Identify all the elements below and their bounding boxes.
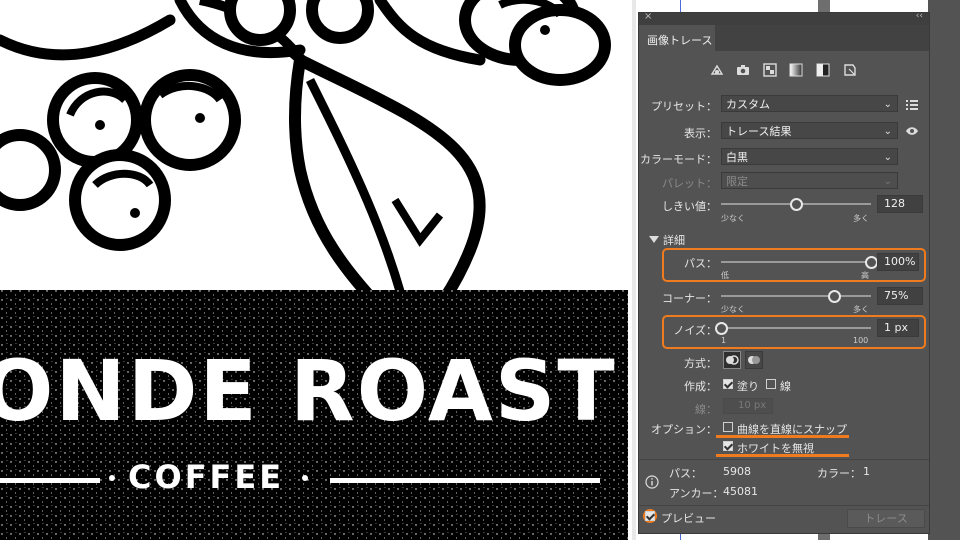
collapse-icon[interactable]: ‹‹ bbox=[916, 11, 923, 21]
path-label: パス： bbox=[684, 257, 717, 270]
chevron-down-icon: ⌄ bbox=[883, 176, 892, 187]
noise-value-field[interactable]: 1 px bbox=[877, 319, 919, 337]
path-max-label: 高 bbox=[861, 271, 869, 280]
noise-track[interactable] bbox=[721, 327, 871, 329]
preset-label: プリセット： bbox=[651, 100, 717, 113]
high-color-icon[interactable] bbox=[736, 63, 750, 77]
stroke-width-field: 10 px bbox=[723, 398, 773, 414]
workspace-edge bbox=[928, 0, 960, 540]
noise-min-label: 1 bbox=[721, 336, 727, 345]
path-min-label: 低 bbox=[721, 271, 729, 280]
method-abutting-button[interactable] bbox=[723, 351, 741, 369]
black-and-white-icon[interactable] bbox=[816, 63, 830, 77]
palette-select: 限定 ⌄ bbox=[721, 172, 898, 189]
preview-checkbox[interactable] bbox=[645, 511, 655, 521]
corner-label: コーナー： bbox=[662, 292, 717, 305]
abutting-icon bbox=[726, 355, 739, 365]
options-label: オプション： bbox=[651, 423, 717, 436]
trace-button-label: トレース bbox=[864, 512, 908, 525]
method-overlapping-button[interactable] bbox=[745, 351, 763, 369]
palette-value: 限定 bbox=[726, 175, 748, 188]
canvas-gutter bbox=[632, 0, 636, 540]
divider bbox=[639, 505, 929, 506]
color-mode-value: 白黒 bbox=[726, 151, 748, 164]
preset-select[interactable]: カスタム ⌄ bbox=[721, 95, 898, 112]
fill-label: 塗り bbox=[737, 380, 759, 393]
threshold-knob[interactable] bbox=[790, 198, 804, 211]
color-mode-select[interactable]: 白黒 ⌄ bbox=[721, 148, 898, 165]
low-color-icon[interactable] bbox=[763, 63, 777, 77]
chevron-down-icon: ⌄ bbox=[883, 99, 892, 110]
stroke-width-label: 線： bbox=[695, 403, 717, 416]
create-label: 作成： bbox=[684, 380, 717, 393]
chevron-down-icon: ⌄ bbox=[883, 126, 892, 137]
overlapping-icon bbox=[748, 356, 760, 364]
tab-image-trace[interactable]: 画像トレース bbox=[639, 25, 715, 51]
noise-knob[interactable] bbox=[715, 322, 728, 335]
corner-track[interactable] bbox=[721, 295, 871, 297]
tab-label: 画像トレース bbox=[647, 34, 713, 47]
panel-header-bar: × ‹‹ bbox=[639, 11, 929, 25]
preset-menu-icon[interactable] bbox=[905, 97, 919, 111]
view-select[interactable]: トレース結果 ⌄ bbox=[721, 122, 898, 139]
view-label: 表示： bbox=[684, 127, 717, 140]
divider bbox=[639, 459, 929, 460]
chevron-down-icon: ⌄ bbox=[883, 152, 892, 163]
preset-value: カスタム bbox=[726, 98, 770, 111]
threshold-value-field[interactable]: 128 bbox=[877, 195, 923, 213]
colors-count-label: カラー： bbox=[817, 467, 861, 480]
advanced-section-label[interactable]: 詳細 bbox=[663, 232, 685, 248]
noise-value: 1 px bbox=[884, 321, 908, 334]
anchors-count-value: 45081 bbox=[723, 485, 758, 498]
svg-text:COFFEE: COFFEE bbox=[128, 458, 284, 496]
palette-label: パレット： bbox=[662, 177, 717, 190]
snap-underline bbox=[716, 435, 849, 438]
disclosure-triangle-icon[interactable] bbox=[649, 236, 659, 244]
eye-icon[interactable] bbox=[905, 124, 919, 138]
close-icon[interactable]: × bbox=[644, 11, 652, 22]
stroke-label: 線 bbox=[780, 380, 791, 393]
threshold-value: 128 bbox=[884, 197, 905, 210]
corner-knob[interactable] bbox=[827, 290, 841, 303]
auto-color-icon[interactable] bbox=[710, 63, 724, 77]
path-track[interactable] bbox=[721, 261, 871, 263]
svg-text:ONDE ROAST: ONDE ROAST bbox=[0, 342, 617, 440]
threshold-max-label: 多く bbox=[853, 214, 869, 223]
paths-count-label: パス： bbox=[669, 467, 702, 480]
corner-min-label: 少なく bbox=[721, 305, 745, 314]
grayscale-icon[interactable] bbox=[789, 63, 803, 77]
threshold-label: しきい値： bbox=[662, 200, 717, 213]
path-value: 100% bbox=[884, 255, 916, 268]
ignore-white-checkbox[interactable] bbox=[723, 441, 733, 451]
trace-button[interactable]: トレース bbox=[847, 509, 925, 528]
stroke-checkbox[interactable] bbox=[766, 379, 776, 389]
corner-max-label: 多く bbox=[853, 305, 869, 314]
tab-bar: 画像トレース bbox=[639, 25, 929, 51]
ignore-white-underline bbox=[716, 454, 849, 457]
corner-value: 75% bbox=[884, 289, 909, 302]
fill-checkbox[interactable] bbox=[723, 379, 733, 389]
noise-label: ノイズ： bbox=[673, 324, 717, 337]
image-trace-panel: × ‹‹ 画像トレース プリセット： カスタム ⌄ 表示： トレース結果 ⌄ カ… bbox=[638, 11, 930, 534]
preview-label: プレビュー bbox=[661, 512, 716, 525]
outline-icon[interactable] bbox=[843, 63, 857, 77]
stroke-width-value: 10 px bbox=[738, 400, 767, 411]
path-value-field[interactable]: 100% bbox=[877, 253, 919, 271]
threshold-min-label: 少なく bbox=[721, 214, 745, 223]
info-icon bbox=[645, 475, 659, 489]
view-value: トレース結果 bbox=[726, 125, 792, 138]
color-mode-label: カラーモード： bbox=[640, 153, 717, 166]
coffee-logo-artwork: ONDE ROAST COFFEE bbox=[0, 0, 628, 540]
corner-value-field[interactable]: 75% bbox=[877, 287, 923, 305]
method-label: 方式： bbox=[684, 357, 717, 370]
noise-max-label: 100 bbox=[853, 336, 869, 345]
paths-count-value: 5908 bbox=[723, 465, 751, 478]
snap-curves-checkbox[interactable] bbox=[723, 422, 733, 432]
colors-count-value: 1 bbox=[863, 465, 870, 478]
artwork-canvas[interactable]: ONDE ROAST COFFEE bbox=[0, 0, 632, 540]
anchors-count-label: アンカー： bbox=[669, 487, 724, 500]
